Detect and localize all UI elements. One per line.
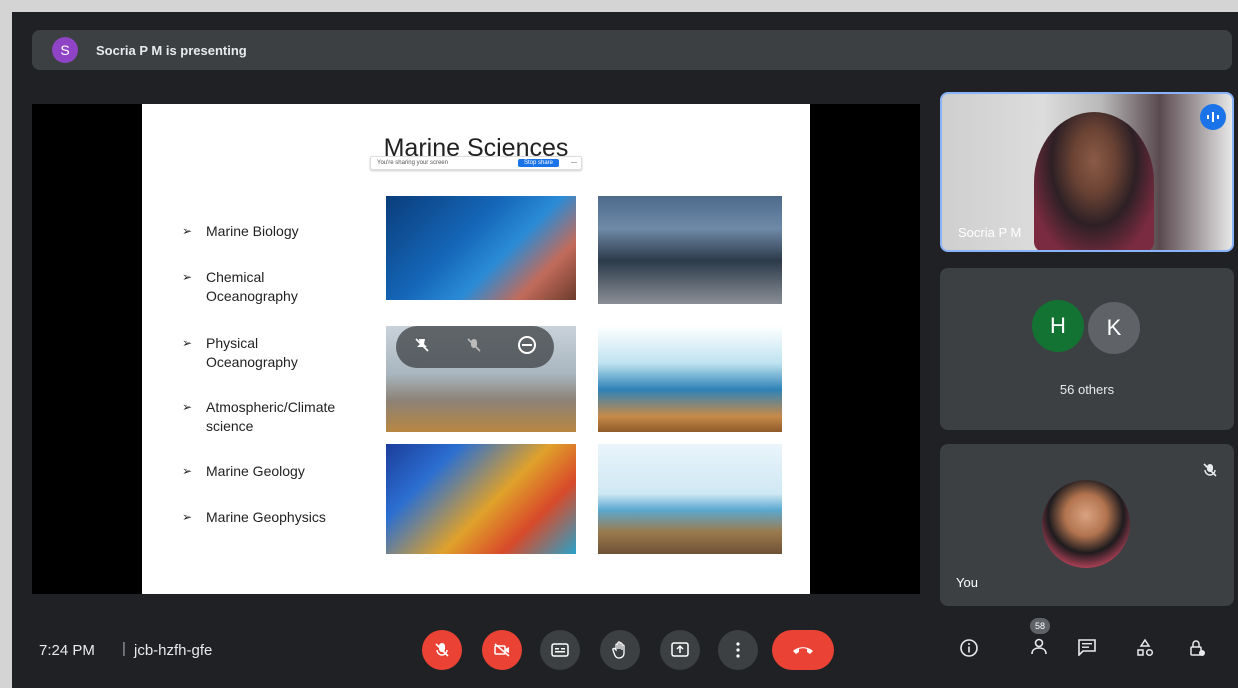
mic-off-icon (1202, 462, 1218, 481)
self-name: You (956, 575, 978, 590)
more-vert-icon (736, 642, 740, 658)
mic-off-icon (435, 643, 449, 657)
bullet-item: ➢ Physical Oceanography (182, 335, 298, 370)
presenter-tile[interactable]: Socria P M (940, 92, 1234, 252)
camera-off-icon (494, 643, 510, 657)
activities-button[interactable] (1132, 638, 1158, 663)
end-call-button[interactable] (772, 630, 834, 670)
bullet-item: ➢ Chemical Oceanography (182, 269, 298, 304)
arrow-bullet-icon: ➢ (182, 336, 193, 350)
presenting-text: Socria P M is presenting (96, 42, 247, 58)
speaking-indicator-icon (1200, 104, 1226, 130)
ocean-circulation-diagram (598, 326, 782, 432)
share-prompt-text: You're sharing your screen (377, 160, 448, 166)
others-tile[interactable]: H K 56 others (940, 268, 1234, 430)
raise-hand-button[interactable] (600, 630, 640, 670)
meeting-details-button[interactable] (956, 638, 982, 663)
info-icon (960, 639, 978, 657)
diver-coral-image (386, 196, 576, 300)
hide-share-button[interactable]: — (571, 160, 577, 166)
screen-share-prompt: You're sharing your screen Stop share — (370, 156, 582, 170)
arrow-bullet-icon: ➢ (182, 510, 193, 524)
present-now-button[interactable] (660, 630, 700, 670)
more-options-button[interactable] (718, 630, 758, 670)
activities-icon (1137, 638, 1154, 657)
meeting-code: jcb-hzfh-gfe (134, 642, 213, 659)
self-avatar (1042, 480, 1130, 568)
host-lock-icon (1190, 640, 1205, 656)
bullet-item: ➢ Marine Geology (182, 463, 305, 479)
hand-icon (612, 641, 625, 659)
mic-toggle-button[interactable] (422, 630, 462, 670)
captions-button[interactable] (540, 630, 580, 670)
stop-share-button[interactable]: Stop share (517, 159, 559, 167)
arrow-bullet-icon: ➢ (182, 400, 193, 414)
mute-presenter-icon[interactable] (465, 336, 483, 359)
people-icon (1031, 638, 1047, 655)
arrow-bullet-icon: ➢ (182, 464, 193, 478)
presenter-video (1034, 112, 1154, 250)
seafloor-bathymetry-image (386, 444, 576, 554)
phone-hangup-icon (793, 647, 813, 654)
remove-icon[interactable] (517, 335, 537, 360)
participants-count-badge: 58 (1030, 618, 1050, 634)
presentation-slide: Marine Sciences You're sharing your scre… (142, 104, 810, 594)
hover-controls (396, 326, 554, 368)
avatar: K (1086, 300, 1142, 356)
presenting-banner: S Socria P M is presenting (32, 30, 1232, 70)
arrow-bullet-icon: ➢ (182, 270, 193, 284)
bullet-item: ➢ Marine Biology (182, 223, 299, 239)
bullet-item: ➢ Marine Geophysics (182, 509, 326, 525)
people-button[interactable] (1028, 638, 1054, 661)
main-stage: Marine Sciences You're sharing your scre… (32, 104, 920, 594)
others-count: 56 others (1059, 382, 1115, 397)
pin-off-icon[interactable] (413, 336, 431, 359)
presenter-name: Socria P M (958, 225, 1022, 240)
meet-window: S Socria P M is presenting Marine Scienc… (12, 12, 1238, 688)
bullet-item: ➢ Atmospheric/Climate science (182, 399, 336, 434)
presenter-avatar: S (52, 37, 78, 63)
geophysics-survey-diagram (598, 444, 782, 554)
chat-icon (1078, 639, 1096, 657)
chat-button[interactable] (1074, 638, 1100, 661)
control-bar: 7:24 PM | jcb-hzfh-gfe 58 (12, 612, 1238, 688)
captions-icon (551, 643, 569, 657)
divider: | (122, 640, 126, 657)
self-tile[interactable]: You (940, 444, 1234, 606)
arrow-bullet-icon: ➢ (182, 224, 193, 238)
avatar: H (1032, 300, 1084, 352)
camera-toggle-button[interactable] (482, 630, 522, 670)
rosette-sampler-image (598, 196, 782, 304)
present-icon (671, 642, 689, 657)
host-controls-button[interactable] (1184, 638, 1210, 663)
clock: 7:24 PM (39, 642, 95, 659)
